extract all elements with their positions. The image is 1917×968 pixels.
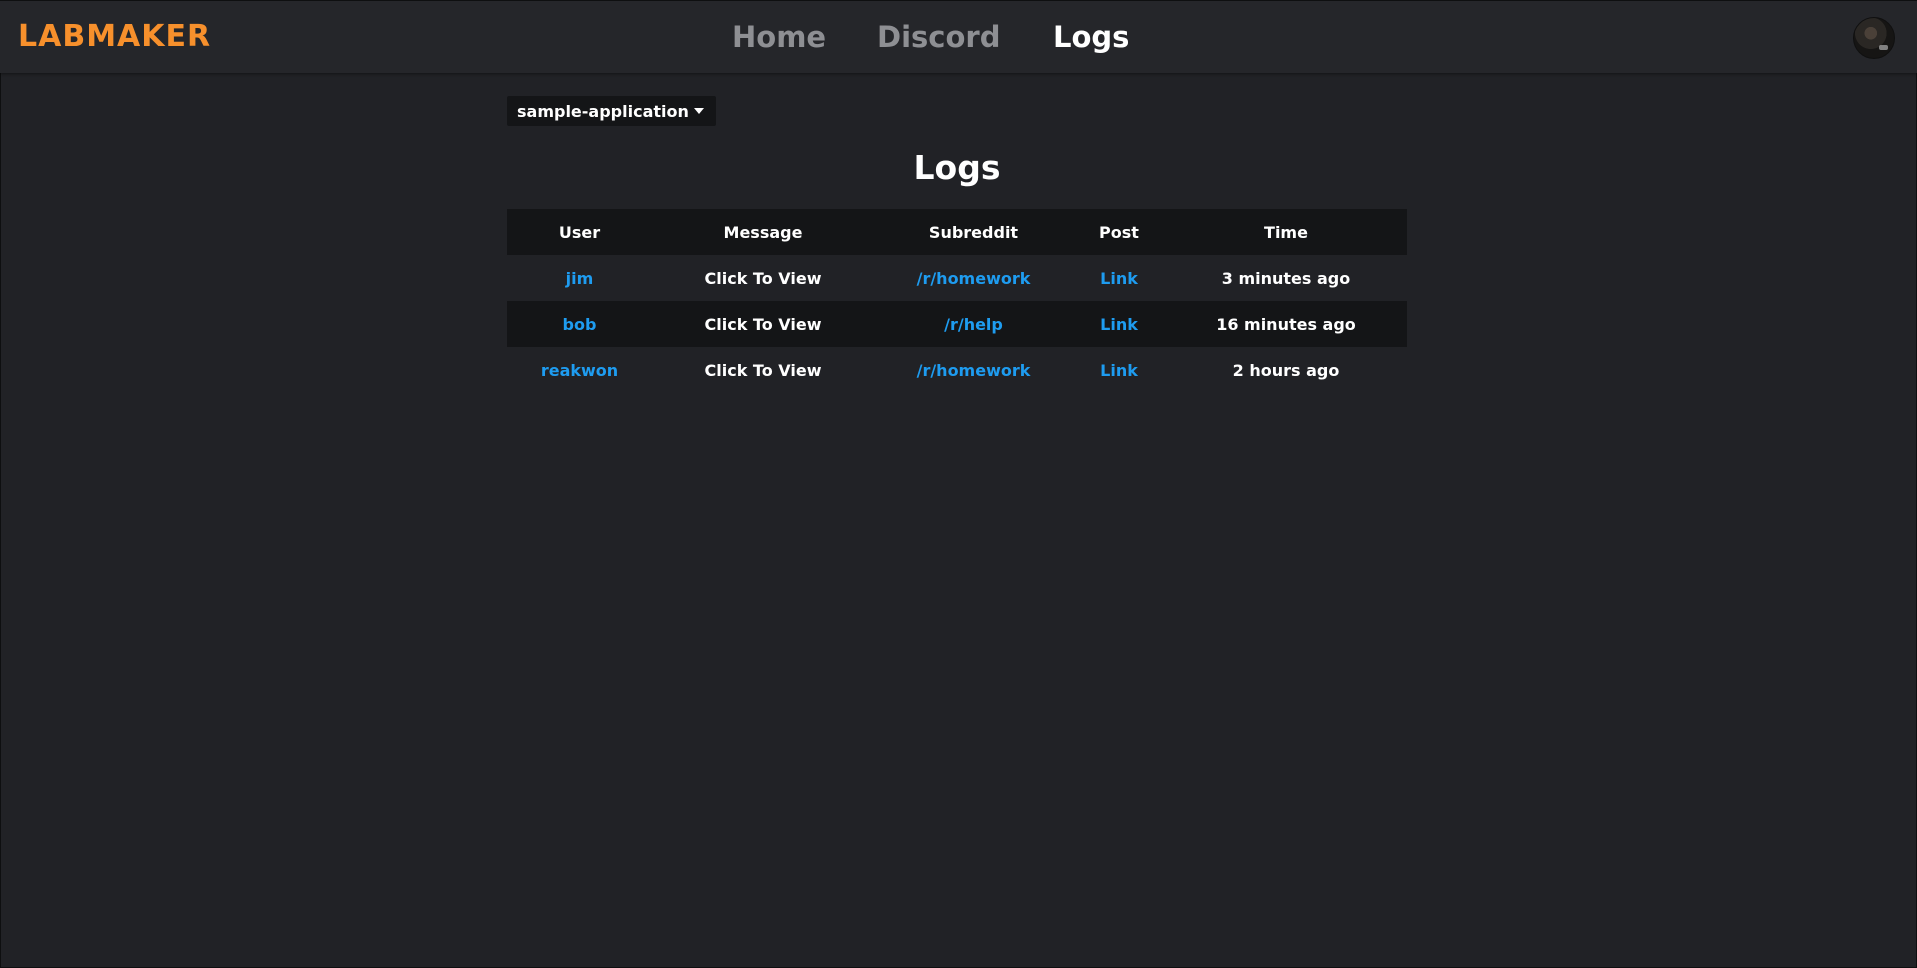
nav-logs-link[interactable]: Logs <box>1053 17 1129 57</box>
subreddit-link[interactable]: /r/help <box>944 315 1003 334</box>
view-message-button[interactable]: Click To View <box>705 269 822 288</box>
column-header-time: Time <box>1264 222 1308 242</box>
time-cell: 16 minutes ago <box>1216 314 1356 334</box>
column-header-user: User <box>558 222 601 242</box>
main-nav: Home Discord Logs <box>0 17 1917 57</box>
user-link[interactable]: bob <box>563 315 597 334</box>
column-header-post: Post <box>1099 222 1139 242</box>
column-header-message: Message <box>723 222 803 242</box>
time-cell: 3 minutes ago <box>1221 268 1351 288</box>
table-row: bob Click To View /r/help Link 16 minute… <box>507 301 1407 347</box>
post-link[interactable]: Link <box>1100 315 1138 334</box>
page-title: Logs <box>913 148 1001 187</box>
table-header-row: User Message Subreddit Post Time <box>507 209 1407 255</box>
user-link[interactable]: jim <box>566 269 594 288</box>
nav-home-link[interactable]: Home <box>732 17 826 57</box>
time-cell: 2 hours ago <box>1232 360 1340 380</box>
post-link[interactable]: Link <box>1100 269 1138 288</box>
table-row: jim Click To View /r/homework Link 3 min… <box>507 255 1407 301</box>
logs-table: User Message Subreddit Post Time jim Cli… <box>507 209 1407 393</box>
column-header-subreddit: Subreddit <box>928 222 1019 242</box>
table-row: reakwon Click To View /r/homework Link 2… <box>507 347 1407 393</box>
view-message-button[interactable]: Click To View <box>705 361 822 380</box>
post-link[interactable]: Link <box>1100 361 1138 380</box>
application-select-value: sample-application <box>517 101 689 121</box>
application-select[interactable]: sample-application <box>507 96 716 126</box>
nav-discord-link[interactable]: Discord <box>877 17 1000 57</box>
user-avatar[interactable] <box>1853 17 1895 59</box>
subreddit-link[interactable]: /r/homework <box>917 269 1031 288</box>
top-navbar: LABMAKER Home Discord Logs <box>0 0 1917 73</box>
view-message-button[interactable]: Click To View <box>705 315 822 334</box>
caret-down-icon <box>693 108 704 114</box>
user-link[interactable]: reakwon <box>541 361 618 380</box>
subreddit-link[interactable]: /r/homework <box>917 361 1031 380</box>
